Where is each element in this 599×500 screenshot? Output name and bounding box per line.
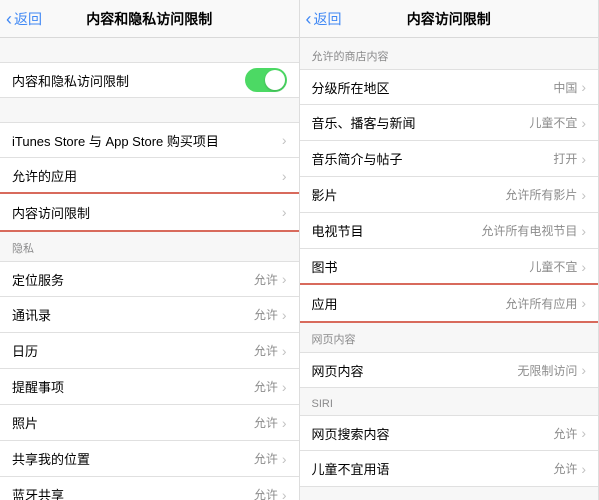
privacy-header: 隐私 [0, 230, 299, 261]
page-title: 内容和隐私访问限制 [0, 9, 299, 29]
page-title: 内容访问限制 [300, 9, 599, 29]
row-label: 应用 [312, 294, 506, 313]
siri-header: SIRI [300, 388, 599, 415]
row-value: 儿童不宜 [529, 258, 577, 275]
row-label: 音乐、播客与新闻 [312, 113, 530, 132]
chevron-left-icon: ‹ [6, 10, 12, 28]
row-value: 允许所有电视节目 [481, 222, 577, 239]
chevron-right-icon: › [581, 363, 586, 377]
location-services-row[interactable]: 定位服务 允许 › [0, 261, 299, 297]
row-value: 允许 [254, 486, 278, 500]
row-value: 儿童不宜 [529, 114, 577, 131]
chevron-right-icon: › [581, 152, 586, 166]
music-profiles-posts-row[interactable]: 音乐简介与帖子 打开 › [300, 141, 599, 177]
chevron-right-icon: › [282, 380, 287, 394]
chevron-right-icon: › [581, 426, 586, 440]
row-value: 允许 [254, 306, 278, 323]
row-label: 影片 [312, 185, 506, 204]
row-value: 允许 [254, 342, 278, 359]
calendar-row[interactable]: 日历 允许 › [0, 333, 299, 369]
back-button[interactable]: ‹ 返回 [6, 9, 42, 29]
share-location-row[interactable]: 共享我的位置 允许 › [0, 441, 299, 477]
content-left: 内容和隐私访问限制 iTunes Store 与 App Store 购买项目 … [0, 38, 299, 500]
itunes-appstore-row[interactable]: iTunes Store 与 App Store 购买项目 › [0, 122, 299, 158]
movies-row[interactable]: 影片 允许所有影片 › [300, 177, 599, 213]
chevron-right-icon: › [282, 452, 287, 466]
web-content-header: 网页内容 [300, 321, 599, 352]
row-value: 允许 [254, 450, 278, 467]
restrictions-screen: ‹ 返回 内容和隐私访问限制 内容和隐私访问限制 iTunes Store 与 … [0, 0, 300, 500]
row-value: 允许 [553, 425, 577, 442]
explicit-language-row[interactable]: 儿童不宜用语 允许 › [300, 451, 599, 487]
row-label: 内容访问限制 [12, 203, 282, 222]
row-label: 允许的应用 [12, 166, 282, 185]
chevron-right-icon: › [581, 80, 586, 94]
books-row[interactable]: 图书 儿童不宜 › [300, 249, 599, 285]
apps-row[interactable]: 应用 允许所有应用 › [300, 285, 599, 321]
row-label: 网页搜索内容 [312, 424, 554, 443]
back-button[interactable]: ‹ 返回 [306, 9, 342, 29]
chevron-right-icon: › [581, 260, 586, 274]
row-value: 允许 [254, 271, 278, 288]
tv-shows-row[interactable]: 电视节目 允许所有电视节目 › [300, 213, 599, 249]
row-label: 通讯录 [12, 305, 254, 324]
row-label: 电视节目 [312, 221, 482, 240]
master-toggle-row[interactable]: 内容和隐私访问限制 [0, 62, 299, 98]
web-search-content-row[interactable]: 网页搜索内容 允许 › [300, 415, 599, 451]
row-label: 日历 [12, 341, 254, 360]
chevron-right-icon: › [282, 416, 287, 430]
content-right: 允许的商店内容 分级所在地区 中国 › 音乐、播客与新闻 儿童不宜 › 音乐简介… [300, 38, 599, 500]
chevron-right-icon: › [282, 133, 287, 147]
navbar-left: ‹ 返回 内容和隐私访问限制 [0, 0, 299, 38]
row-label: 音乐简介与帖子 [312, 149, 554, 168]
row-value: 允许 [254, 414, 278, 431]
chevron-right-icon: › [282, 205, 287, 219]
row-label: iTunes Store 与 App Store 购买项目 [12, 131, 282, 150]
chevron-right-icon: › [282, 488, 287, 500]
contacts-row[interactable]: 通讯录 允许 › [0, 297, 299, 333]
row-label: 提醒事项 [12, 377, 254, 396]
web-content-row[interactable]: 网页内容 无限制访问 › [300, 352, 599, 388]
chevron-right-icon: › [581, 296, 586, 310]
allowed-apps-row[interactable]: 允许的应用 › [0, 158, 299, 194]
row-label: 图书 [312, 257, 530, 276]
row-label: 定位服务 [12, 270, 254, 289]
back-label: 返回 [14, 9, 42, 29]
navbar-right: ‹ 返回 内容访问限制 [300, 0, 599, 38]
content-restrictions-row[interactable]: 内容访问限制 › [0, 194, 299, 230]
chevron-right-icon: › [282, 344, 287, 358]
chevron-right-icon: › [282, 308, 287, 322]
chevron-left-icon: ‹ [306, 10, 312, 28]
row-value: 无限制访问 [517, 362, 577, 379]
ratings-region-row[interactable]: 分级所在地区 中国 › [300, 69, 599, 105]
chevron-right-icon: › [581, 224, 586, 238]
photos-row[interactable]: 照片 允许 › [0, 405, 299, 441]
music-podcasts-news-row[interactable]: 音乐、播客与新闻 儿童不宜 › [300, 105, 599, 141]
content-restrictions-screen: ‹ 返回 内容访问限制 允许的商店内容 分级所在地区 中国 › 音乐、播客与新闻… [300, 0, 599, 500]
toggle-switch[interactable] [245, 68, 287, 92]
row-value: 允许 [254, 378, 278, 395]
reminders-row[interactable]: 提醒事项 允许 › [0, 369, 299, 405]
back-label: 返回 [314, 9, 342, 29]
bluetooth-sharing-row[interactable]: 蓝牙共享 允许 › [0, 477, 299, 500]
row-label: 网页内容 [312, 361, 518, 380]
chevron-right-icon: › [282, 272, 287, 286]
row-value: 中国 [553, 79, 577, 96]
row-label: 共享我的位置 [12, 449, 254, 468]
chevron-right-icon: › [282, 169, 287, 183]
master-toggle-label: 内容和隐私访问限制 [12, 71, 245, 90]
chevron-right-icon: › [581, 116, 586, 130]
row-value: 允许 [553, 460, 577, 477]
row-label: 蓝牙共享 [12, 485, 254, 500]
row-label: 分级所在地区 [312, 78, 554, 97]
row-value: 打开 [553, 150, 577, 167]
row-value: 允许所有影片 [505, 186, 577, 203]
store-content-header: 允许的商店内容 [300, 38, 599, 69]
chevron-right-icon: › [581, 188, 586, 202]
row-value: 允许所有应用 [505, 295, 577, 312]
row-label: 儿童不宜用语 [312, 459, 554, 478]
chevron-right-icon: › [581, 462, 586, 476]
row-label: 照片 [12, 413, 254, 432]
